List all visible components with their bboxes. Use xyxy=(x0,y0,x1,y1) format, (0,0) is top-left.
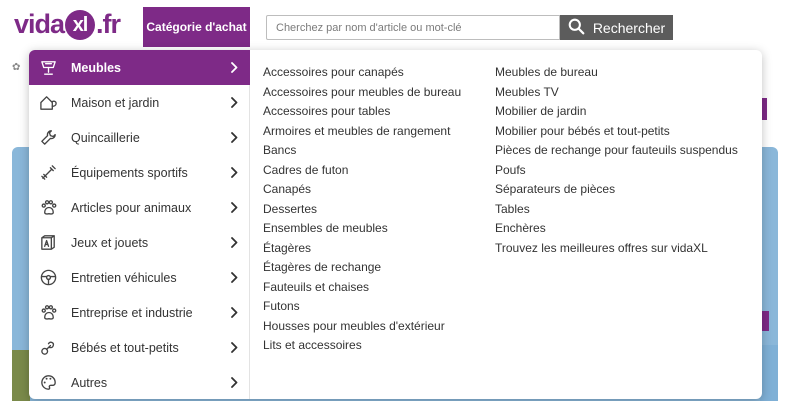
site-header: vidaxl.fr Catégorie d'achat Rechercher xyxy=(0,0,800,50)
category-item-label: Quincaillerie xyxy=(71,130,140,145)
subcategory-link[interactable]: Cadres de futon xyxy=(263,161,461,181)
chevron-right-icon xyxy=(228,307,240,318)
search-button[interactable]: Rechercher xyxy=(560,15,673,40)
search-icon xyxy=(568,18,585,38)
category-item[interactable]: Bébés et tout-petits xyxy=(29,330,250,365)
search-input[interactable] xyxy=(266,15,560,40)
subcategory-link[interactable]: Bancs xyxy=(263,141,461,161)
subcategory-link[interactable]: Mobilier de jardin xyxy=(495,102,738,122)
category-item-label: Entreprise et industrie xyxy=(71,305,193,320)
category-item-label: Maison et jardin xyxy=(71,95,160,110)
category-item[interactable]: Quincaillerie xyxy=(29,120,250,155)
dumbbell-icon xyxy=(38,163,58,183)
palette-icon xyxy=(38,373,58,393)
chevron-right-icon xyxy=(228,167,240,178)
chevron-right-icon xyxy=(228,132,240,143)
toy-block-icon xyxy=(38,233,58,253)
background-headline-fragment xyxy=(0,88,30,128)
category-item[interactable]: Entreprise et industrie xyxy=(29,295,250,330)
subcategory-link[interactable]: Canapés xyxy=(263,180,461,200)
category-item-label: Autres xyxy=(71,375,108,390)
chevron-right-icon xyxy=(228,377,240,388)
pacifier-icon xyxy=(38,338,58,358)
category-item[interactable]: Meubles xyxy=(29,50,250,85)
paw-icon xyxy=(38,198,58,218)
industry-icon xyxy=(38,303,58,323)
subcategory-link[interactable]: Poufs xyxy=(495,161,738,181)
category-mega-menu: Meubles Maison et jardin Quincaillerie Équi… xyxy=(29,50,762,399)
category-list: Meubles Maison et jardin Quincaillerie Équi… xyxy=(29,50,250,399)
subcategory-column-2: Meubles de bureau Meubles TV Mobilier de j… xyxy=(495,63,738,258)
category-item-label: Équipements sportifs xyxy=(71,165,188,180)
subcategory-link[interactable]: Enchères xyxy=(495,219,738,239)
category-item-label: Entretien véhicules xyxy=(71,270,177,285)
subcategory-link[interactable]: Meubles de bureau xyxy=(495,63,738,83)
category-menu-button[interactable]: Catégorie d'achat xyxy=(143,7,250,47)
category-item[interactable]: Articles pour animaux xyxy=(29,190,250,225)
subcategory-link[interactable]: Accessoires pour canapés xyxy=(263,63,461,83)
category-item-label: Jeux et jouets xyxy=(71,235,149,250)
subcategory-link[interactable]: Housses pour meubles d'extérieur xyxy=(263,317,461,337)
subcategory-link[interactable]: Futons xyxy=(263,297,461,317)
chevron-right-icon xyxy=(228,342,240,353)
subcategory-link[interactable]: Pièces de rechange pour fauteuils suspen… xyxy=(495,141,738,161)
category-item-label: Meubles xyxy=(71,60,122,75)
search-button-label: Rechercher xyxy=(592,19,666,36)
subcategory-link[interactable]: Trouvez les meilleures offres sur vidaXL xyxy=(495,239,738,259)
subcategory-link[interactable]: Accessoires pour tables xyxy=(263,102,461,122)
steering-wheel-icon xyxy=(38,268,58,288)
subcategory-link[interactable]: Ensembles de meubles xyxy=(263,219,461,239)
chevron-right-icon xyxy=(228,62,240,73)
furniture-icon xyxy=(38,58,58,78)
chevron-right-icon xyxy=(228,272,240,283)
subcategory-link[interactable]: Accessoires pour meubles de bureau xyxy=(263,83,461,103)
logo-xl-badge: xl xyxy=(65,10,96,40)
subcategory-column-1: Accessoires pour canapés Accessoires pour… xyxy=(263,63,461,356)
subcategory-link[interactable]: Fauteuils et chaises xyxy=(263,278,461,298)
category-item[interactable]: Maison et jardin xyxy=(29,85,250,120)
vidaxl-logo[interactable]: vida xl .fr xyxy=(14,9,121,40)
subcategory-link[interactable]: Armoires et meubles de rangement xyxy=(263,122,461,142)
subcategory-link[interactable]: Meubles TV xyxy=(495,83,738,103)
subcategory-link[interactable]: Mobilier pour bébés et tout-petits xyxy=(495,122,738,142)
house-garden-icon xyxy=(38,93,58,113)
category-item[interactable]: Équipements sportifs xyxy=(29,155,250,190)
subcategory-link[interactable]: Étagères de rechange xyxy=(263,258,461,278)
category-item[interactable]: Autres xyxy=(29,365,250,399)
background-banner-secondary xyxy=(760,345,778,401)
subcategory-link[interactable]: Tables xyxy=(495,200,738,220)
chevron-right-icon xyxy=(228,237,240,248)
chevron-right-icon xyxy=(228,202,240,213)
subcategory-link[interactable]: Lits et accessoires xyxy=(263,336,461,356)
category-item[interactable]: Entretien véhicules xyxy=(29,260,250,295)
chevron-right-icon xyxy=(228,97,240,108)
wrench-icon xyxy=(38,128,58,148)
category-item-label: Articles pour animaux xyxy=(71,200,192,215)
background-plant-image xyxy=(12,350,30,401)
subcategory-link[interactable]: Séparateurs de pièces xyxy=(495,180,738,200)
subcategory-link[interactable]: Étagères xyxy=(263,239,461,259)
category-menu-button-label: Catégorie d'achat xyxy=(146,20,247,34)
category-item-label: Bébés et tout-petits xyxy=(71,340,179,355)
category-item[interactable]: Jeux et jouets xyxy=(29,225,250,260)
subcategory-link[interactable]: Dessertes xyxy=(263,200,461,220)
